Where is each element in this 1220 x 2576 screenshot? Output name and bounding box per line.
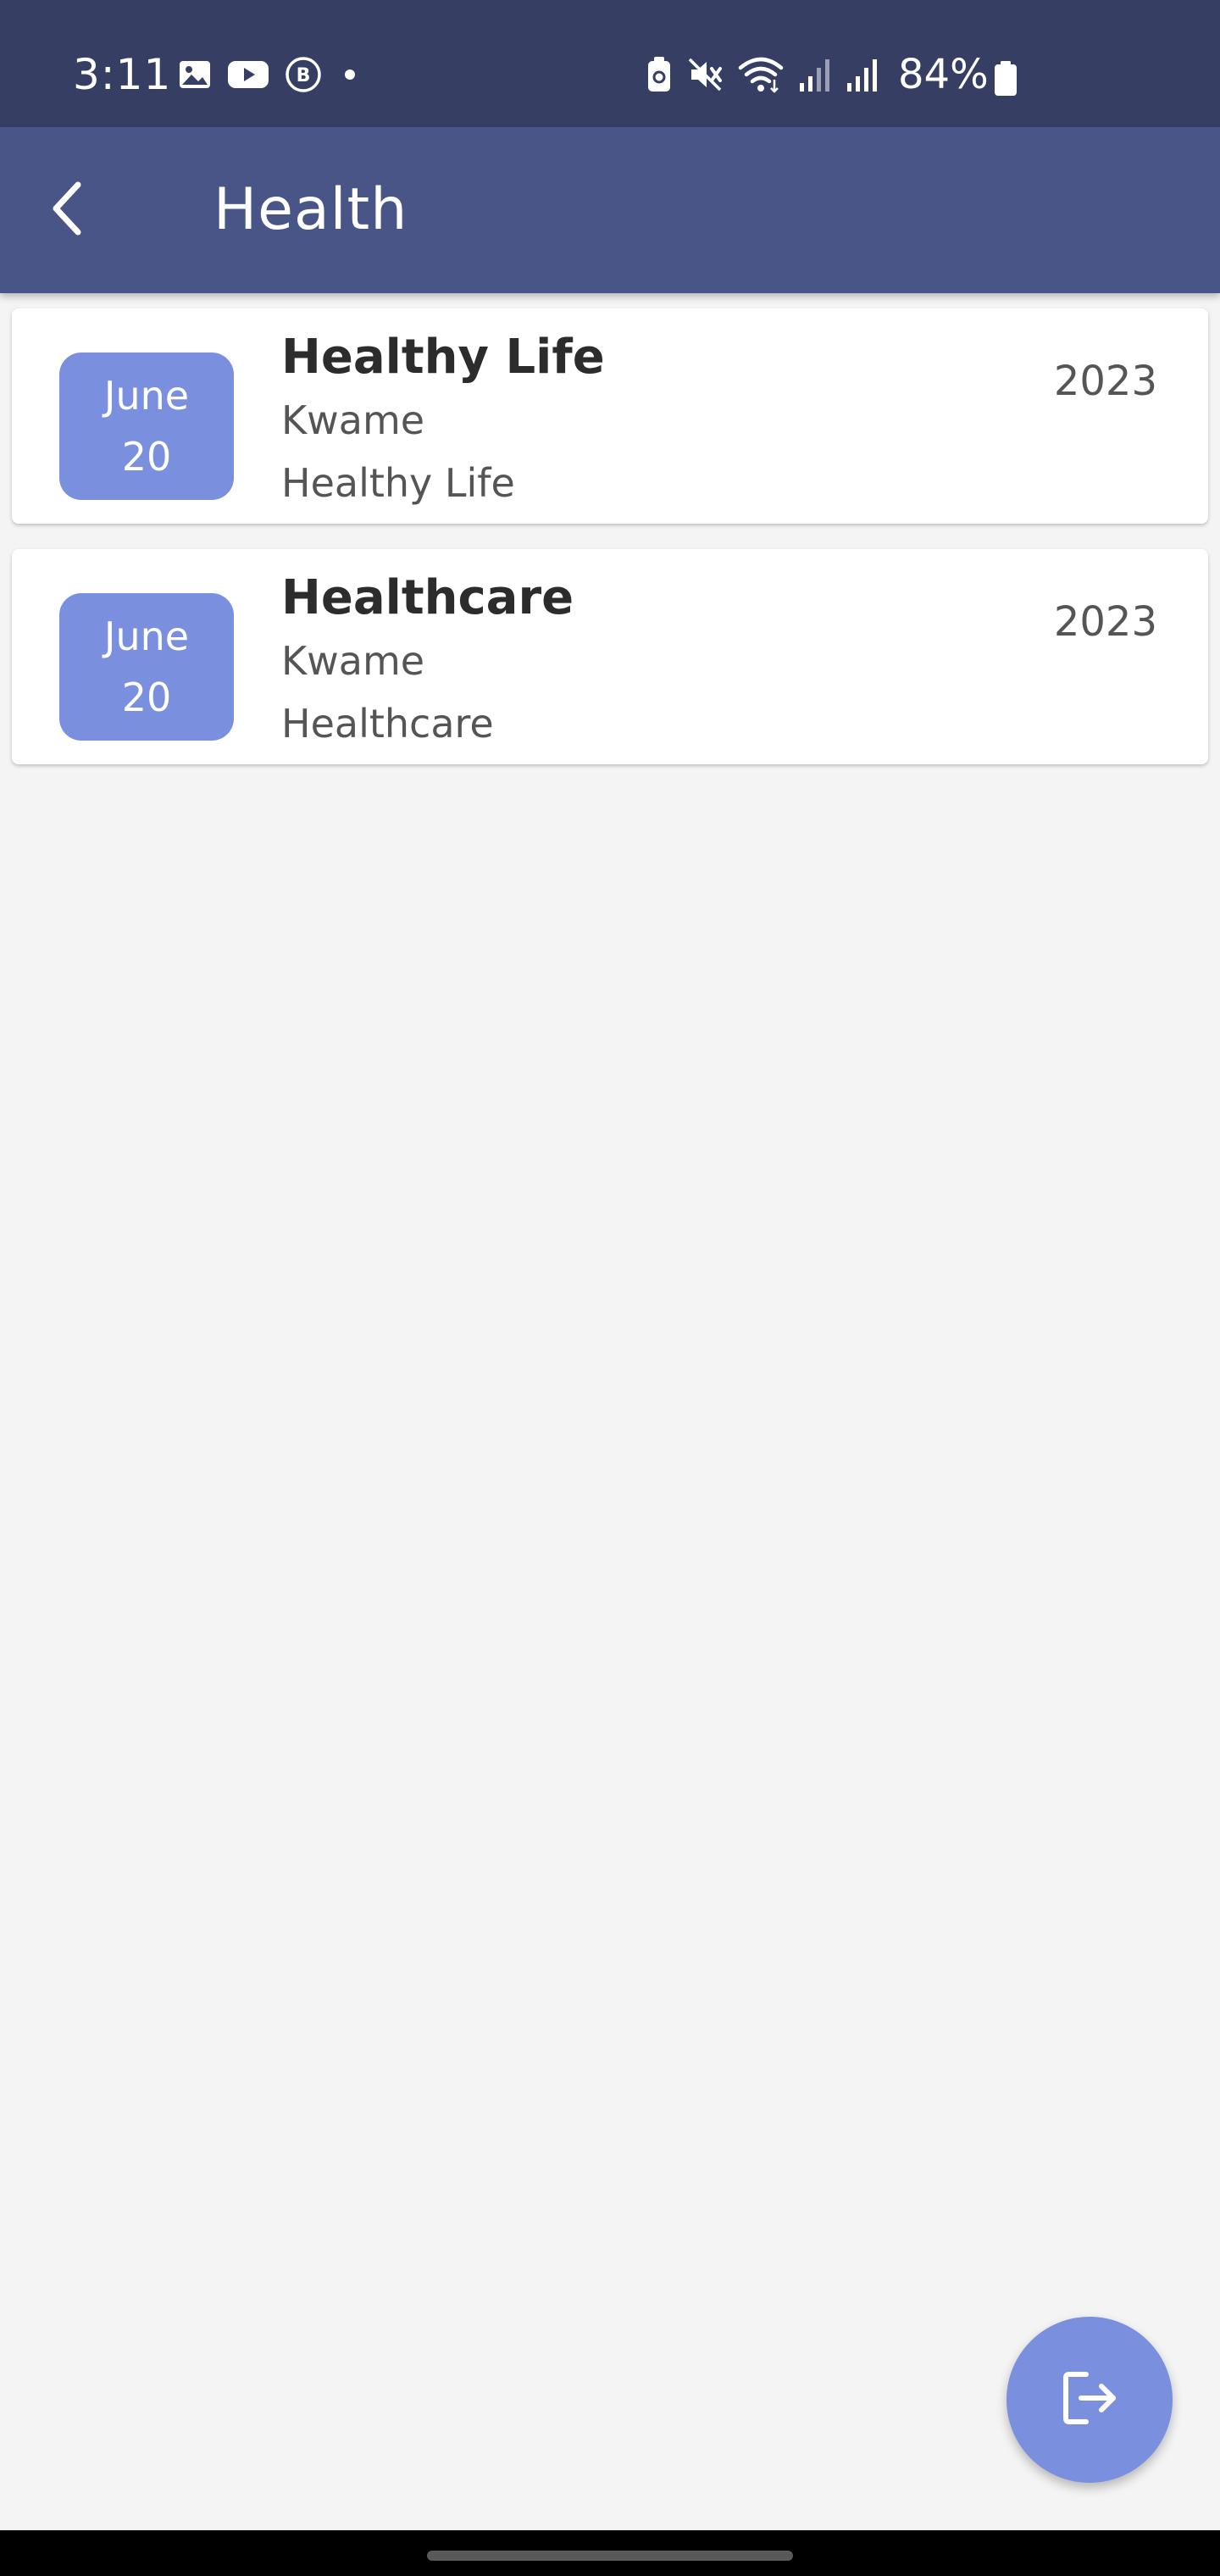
date-day: 20 <box>121 434 172 480</box>
status-bar: 3:11 B 84% <box>0 0 1220 127</box>
home-indicator[interactable] <box>427 2551 793 2561</box>
svg-text:B: B <box>297 65 311 86</box>
gallery-icon <box>178 58 212 95</box>
item-subtitle: Healthcare <box>281 701 494 747</box>
status-time: 3:11 <box>73 50 172 99</box>
status-system-icons <box>646 56 879 97</box>
signal-icon <box>798 56 832 97</box>
battery-saver-icon <box>646 56 673 97</box>
chevron-left-icon <box>42 178 93 242</box>
b-notification-icon: B <box>285 56 322 97</box>
item-list: June 20 Healthy Life Kwame Healthy Life … <box>12 308 1208 790</box>
item-author: Kwame <box>281 638 425 684</box>
system-nav-bar <box>0 2530 1220 2576</box>
date-month: June <box>103 613 190 659</box>
dot-icon <box>337 58 363 95</box>
date-month: June <box>103 373 190 419</box>
item-title: Healthcare <box>281 570 574 625</box>
status-notification-icons: B <box>178 56 363 97</box>
date-day: 20 <box>121 675 172 720</box>
item-subtitle: Healthy Life <box>281 460 515 506</box>
back-button[interactable] <box>34 176 102 244</box>
youtube-icon <box>227 58 269 95</box>
app-bar: Health <box>0 127 1220 293</box>
battery-icon <box>993 61 1018 100</box>
item-year: 2023 <box>1053 358 1157 405</box>
battery-percent: 84% <box>898 51 989 98</box>
list-item[interactable]: June 20 Healthcare Kwame Healthcare 2023 <box>12 549 1208 764</box>
logout-icon <box>1057 2366 1122 2434</box>
wifi-icon <box>737 56 785 97</box>
item-author: Kwame <box>281 397 425 443</box>
date-badge: June 20 <box>59 353 234 500</box>
list-item[interactable]: June 20 Healthy Life Kwame Healthy Life … <box>12 308 1208 524</box>
signal-icon <box>846 56 879 97</box>
item-year: 2023 <box>1053 598 1157 646</box>
logout-button[interactable] <box>1006 2317 1173 2483</box>
date-badge: June 20 <box>59 593 234 741</box>
mute-icon <box>686 56 724 97</box>
item-title: Healthy Life <box>281 330 605 385</box>
page-title: Health <box>214 176 408 243</box>
